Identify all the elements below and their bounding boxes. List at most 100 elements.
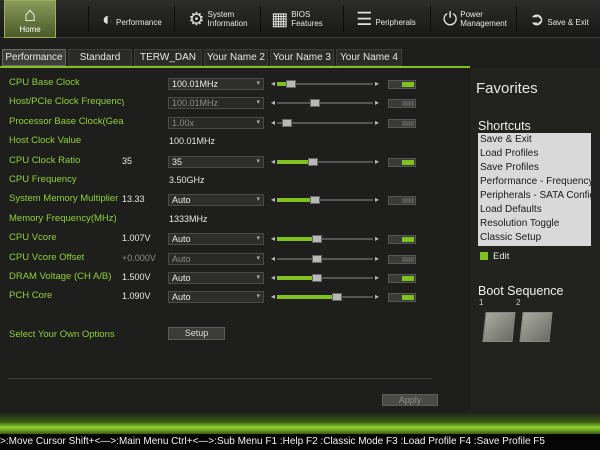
chevron-down-icon: ▾ [256, 274, 260, 281]
setting-select[interactable]: Auto ▾ [168, 253, 264, 265]
slider-knob[interactable] [331, 293, 342, 301]
setting-slider[interactable]: ◂ ▸ [271, 157, 379, 167]
slider-fill [277, 237, 318, 241]
setting-toggle[interactable] [388, 80, 416, 89]
setting-slider[interactable]: ◂ ▸ [271, 118, 379, 128]
nav-separator [343, 6, 344, 32]
slider-right-arrow-icon[interactable]: ▸ [375, 234, 379, 244]
slider-left-arrow-icon[interactable]: ◂ [271, 157, 275, 167]
chevron-down-icon: ▾ [256, 119, 260, 126]
slider-fill [277, 276, 318, 280]
shortcut-item[interactable]: Resolution Toggle [478, 217, 591, 231]
nav-peripherals[interactable]: ☰ Peripherals [350, 0, 422, 38]
slider-right-arrow-icon[interactable]: ▸ [375, 98, 379, 108]
slider-knob[interactable] [312, 274, 323, 282]
setting-toggle[interactable] [388, 119, 416, 128]
select-value: Auto [172, 254, 191, 264]
setting-slider[interactable]: ◂ ▸ [271, 98, 379, 108]
shortcut-item[interactable]: Load Defaults [478, 203, 591, 217]
slider-left-arrow-icon[interactable]: ◂ [271, 273, 275, 283]
slider-left-arrow-icon[interactable]: ◂ [271, 234, 275, 244]
setting-toggle[interactable] [388, 235, 416, 244]
tab-your-name-4[interactable]: Your Name 4 [336, 49, 402, 66]
slider-left-arrow-icon[interactable]: ◂ [271, 254, 275, 264]
shortcut-item[interactable]: Save & Exit [478, 133, 591, 147]
shortcut-item[interactable]: Classic Setup [478, 231, 591, 245]
profile-tabs: Performance Standard TERW_DAN Your Name … [0, 49, 470, 66]
tab-standard[interactable]: Standard [68, 49, 132, 66]
setting-toggle[interactable] [388, 274, 416, 283]
boot-device-1-icon[interactable] [482, 312, 516, 342]
nav-bios-features-line1: BIOS [291, 10, 311, 19]
nav-power-management[interactable]: ⏻ Power Management [438, 0, 512, 38]
slider-left-arrow-icon[interactable]: ◂ [271, 292, 275, 302]
nav-save-exit[interactable]: ➲ Save & Exit [522, 0, 596, 38]
top-navigation: ⌂ Home ◐ Performance ⚙ System Informatio… [0, 0, 600, 38]
slider-knob[interactable] [310, 99, 321, 107]
nav-performance[interactable]: ◐ Performance [94, 0, 170, 38]
setting-toggle[interactable] [388, 293, 416, 302]
shortcut-item[interactable]: Peripherals - SATA Configuration [478, 189, 591, 203]
setting-select[interactable]: Auto ▾ [168, 272, 264, 284]
shortcut-item[interactable]: Load Profiles [478, 147, 591, 161]
slider-knob[interactable] [312, 255, 323, 263]
slider-left-arrow-icon[interactable]: ◂ [271, 118, 275, 128]
slider-right-arrow-icon[interactable]: ▸ [375, 254, 379, 264]
edit-checkbox[interactable] [480, 252, 488, 260]
slider-right-arrow-icon[interactable]: ▸ [375, 118, 379, 128]
slider-left-arrow-icon[interactable]: ◂ [271, 79, 275, 89]
setting-label: Processor Base Clock(Gear Ratio) [9, 116, 124, 127]
setting-toggle[interactable] [388, 99, 416, 108]
exit-icon: ➲ [529, 9, 545, 29]
chevron-down-icon: ▾ [256, 235, 260, 242]
edit-label[interactable]: Edit [493, 251, 509, 262]
shortcut-item[interactable]: Performance - Frequency [478, 175, 591, 189]
slider-knob[interactable] [312, 235, 323, 243]
boot-device-2-icon[interactable] [519, 312, 553, 342]
setting-select[interactable]: 1.00x ▾ [168, 117, 264, 129]
slider-knob[interactable] [308, 158, 319, 166]
tab-terw-dan[interactable]: TERW_DAN [134, 49, 202, 66]
shortcuts-title: Shortcuts [478, 119, 531, 133]
tab-your-name-2[interactable]: Your Name 2 [204, 49, 268, 66]
nav-home[interactable]: ⌂ Home [4, 0, 56, 38]
nav-separator [174, 6, 175, 32]
slider-left-arrow-icon[interactable]: ◂ [271, 98, 275, 108]
shortcut-item[interactable]: Save Profiles [478, 161, 591, 175]
nav-system-information[interactable]: ⚙ System Information [180, 0, 256, 38]
setup-button[interactable]: Setup [168, 327, 225, 340]
nav-separator [430, 6, 431, 32]
setting-select[interactable]: Auto ▾ [168, 291, 264, 303]
slider-knob[interactable] [286, 80, 297, 88]
tab-performance[interactable]: Performance [2, 49, 66, 66]
setting-toggle[interactable] [388, 158, 416, 167]
slider-knob[interactable] [310, 196, 321, 204]
setting-select[interactable]: Auto ▾ [168, 233, 264, 245]
setting-slider[interactable]: ◂ ▸ [271, 195, 379, 205]
setting-slider[interactable]: ◂ ▸ [271, 79, 379, 89]
setting-toggle[interactable] [388, 255, 416, 264]
slider-right-arrow-icon[interactable]: ▸ [375, 79, 379, 89]
setting-slider[interactable]: ◂ ▸ [271, 254, 379, 264]
setting-slider[interactable]: ◂ ▸ [271, 273, 379, 283]
setting-slider[interactable]: ◂ ▸ [271, 234, 379, 244]
select-value: Auto [172, 234, 191, 244]
setting-select[interactable]: 35 ▾ [168, 156, 264, 168]
setting-select[interactable]: Auto ▾ [168, 194, 264, 206]
current-value: 1.090V [122, 291, 151, 301]
setting-slider[interactable]: ◂ ▸ [271, 292, 379, 302]
setting-select[interactable]: 100.01MHz ▾ [168, 78, 264, 90]
nav-bios-features[interactable]: ▦ BIOS Features [264, 0, 330, 38]
slider-knob[interactable] [281, 119, 292, 127]
nav-power-management-line2: Management [460, 19, 507, 28]
slider-right-arrow-icon[interactable]: ▸ [375, 273, 379, 283]
setting-label: CPU Vcore Offset [9, 252, 85, 263]
setting-toggle[interactable] [388, 196, 416, 205]
slider-right-arrow-icon[interactable]: ▸ [375, 157, 379, 167]
slider-left-arrow-icon[interactable]: ◂ [271, 195, 275, 205]
slider-right-arrow-icon[interactable]: ▸ [375, 195, 379, 205]
apply-button[interactable]: Apply [382, 394, 438, 406]
setting-select[interactable]: 100.01MHz ▾ [168, 97, 264, 109]
tab-your-name-3[interactable]: Your Name 3 [270, 49, 334, 66]
slider-right-arrow-icon[interactable]: ▸ [375, 292, 379, 302]
